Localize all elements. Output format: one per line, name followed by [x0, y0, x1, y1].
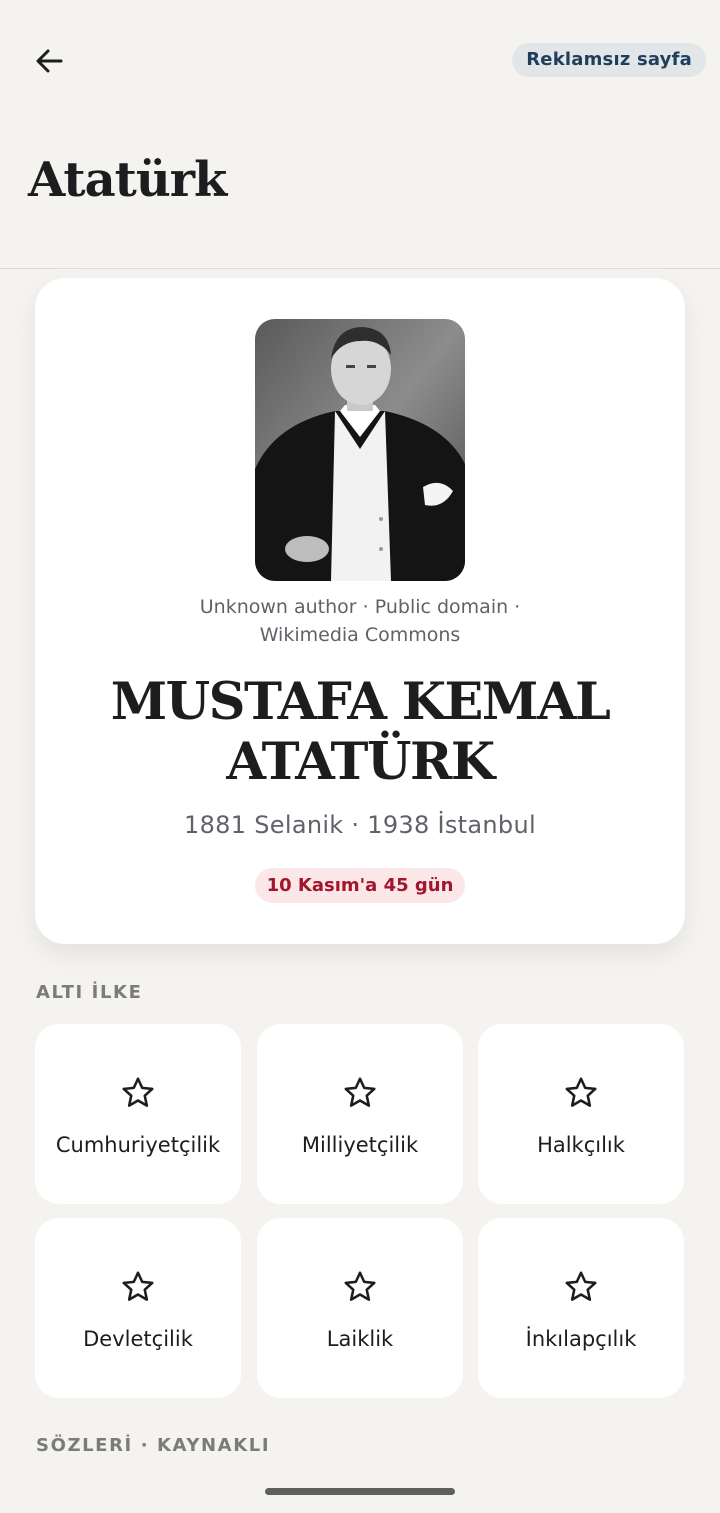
profile-card: Unknown author · Public domain · Wikimed…: [35, 278, 685, 944]
star-icon: [565, 1077, 597, 1107]
header-divider: [0, 268, 720, 269]
photo-credit-line: Unknown author · Public domain ·: [199, 596, 521, 618]
quotes-section-label: SÖZLERİ · KAYNAKLI: [36, 1435, 271, 1456]
portrait-photo[interactable]: [255, 319, 465, 581]
star-icon: [122, 1077, 154, 1107]
ad-free-page-button[interactable]: Reklamsız sayfa: [512, 43, 706, 77]
lifespan: 1881 Selanik · 1938 İstanbul: [184, 811, 536, 839]
principle-label: Laiklik: [326, 1327, 394, 1351]
star-icon: [344, 1077, 376, 1107]
principle-label: Cumhuriyetçilik: [55, 1133, 221, 1157]
principle-label: Milliyetçilik: [301, 1133, 419, 1157]
principle-card[interactable]: Cumhuriyetçilik: [35, 1024, 241, 1204]
home-indicator[interactable]: [265, 1488, 455, 1495]
arrow-left-icon: [36, 49, 63, 73]
principle-label: İnkılapçılık: [525, 1327, 637, 1351]
back-button[interactable]: [26, 38, 72, 84]
principle-card[interactable]: Milliyetçilik: [257, 1024, 463, 1204]
star-icon: [344, 1271, 376, 1301]
photo-credit-line: Wikimedia Commons: [259, 624, 461, 646]
principle-card[interactable]: İnkılapçılık: [478, 1218, 684, 1398]
star-icon: [122, 1271, 154, 1301]
principle-label: Devletçilik: [83, 1327, 193, 1351]
person-name: MUSTAFA KEMAL ATATÜRK: [35, 672, 685, 792]
principle-label: Halkçılık: [537, 1133, 625, 1157]
photo-credit: Unknown author · Public domain · Wikimed…: [35, 593, 685, 649]
person-name-line: MUSTAFA KEMAL: [110, 672, 611, 732]
person-name-line: ATATÜRK: [226, 732, 495, 792]
principles-section-label: ALTI İLKE: [36, 982, 143, 1003]
countdown-badge: 10 Kasım'a 45 gün: [255, 868, 465, 903]
principle-card[interactable]: Laiklik: [257, 1218, 463, 1398]
principle-card[interactable]: Halkçılık: [478, 1024, 684, 1204]
star-icon: [565, 1271, 597, 1301]
page-title: Atatürk: [28, 152, 227, 208]
principle-card[interactable]: Devletçilik: [35, 1218, 241, 1398]
